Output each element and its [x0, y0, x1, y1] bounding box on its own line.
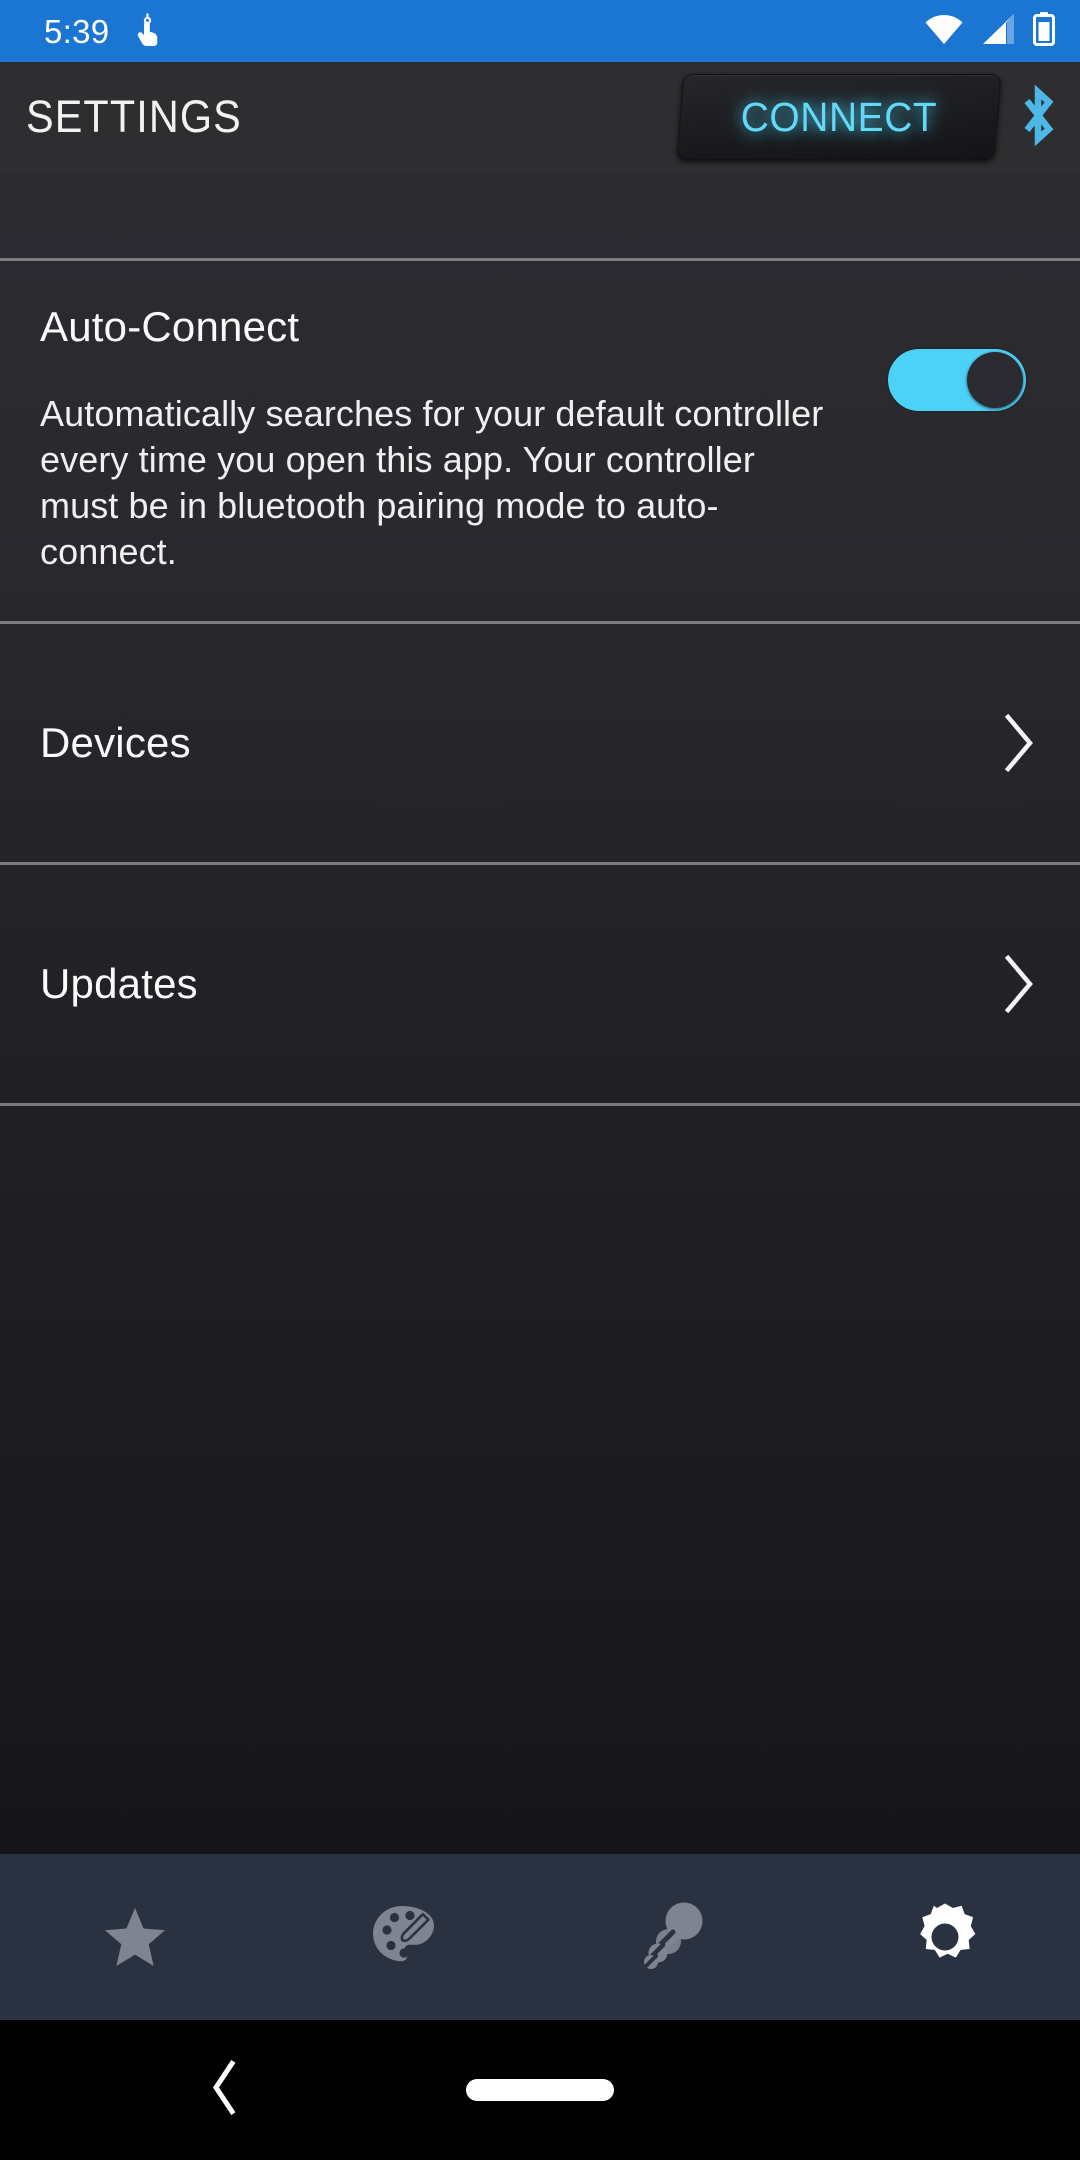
app-bar: SETTINGS CONNECT: [0, 62, 1080, 172]
settings-content: Auto-Connect Automatically searches for …: [0, 172, 1080, 1854]
status-bar-left: 5:39: [44, 12, 165, 51]
settings-row-updates[interactable]: Updates: [0, 865, 1080, 1103]
app-bar-actions: CONNECT: [676, 74, 1080, 160]
star-icon: [104, 1907, 166, 1967]
gear-icon: [910, 1902, 980, 1972]
settings-row-devices[interactable]: Devices: [0, 624, 1080, 862]
bottom-tab-bar: [0, 1854, 1080, 2020]
status-bar: 5:39: [0, 0, 1080, 62]
status-bar-right: [924, 11, 1056, 51]
bluetooth-icon[interactable]: [1012, 80, 1064, 154]
auto-connect-text: Auto-Connect Automatically searches for …: [40, 303, 888, 575]
system-navigation-bar: [0, 2020, 1080, 2160]
settings-row-label: Devices: [40, 719, 191, 766]
toggle-knob: [967, 352, 1023, 408]
tab-rumble[interactable]: [540, 1854, 810, 2020]
connect-button-label: CONNECT: [740, 93, 938, 140]
setting-auto-connect: Auto-Connect Automatically searches for …: [0, 261, 1080, 621]
top-spacer: [0, 172, 1080, 258]
paint-palette-icon: [370, 1903, 440, 1971]
back-chevron-icon[interactable]: [210, 2060, 240, 2121]
chevron-right-icon: [1002, 713, 1036, 773]
cellular-signal-icon: [980, 13, 1016, 50]
status-bar-clock: 5:39: [44, 12, 110, 50]
divider: [0, 1103, 1080, 1106]
page-title: SETTINGS: [26, 91, 242, 142]
wifi-icon: [924, 13, 964, 50]
connect-button[interactable]: CONNECT: [676, 74, 1002, 160]
tab-favorites[interactable]: [0, 1854, 270, 2020]
rumble-vibration-icon: [643, 1898, 707, 1976]
touch-pointer-icon: [135, 12, 165, 51]
auto-connect-title: Auto-Connect: [40, 303, 300, 350]
auto-connect-toggle[interactable]: [888, 349, 1026, 411]
settings-row-label: Updates: [40, 960, 198, 1007]
battery-icon: [1032, 11, 1056, 51]
phone-screen: 5:39 SETTINGS CONNECT Auto-Connect Autom…: [0, 0, 1080, 2160]
tab-themes[interactable]: [270, 1854, 540, 2020]
tab-settings[interactable]: [810, 1854, 1080, 2020]
chevron-right-icon: [1002, 954, 1036, 1014]
home-pill-indicator[interactable]: [466, 2079, 614, 2101]
auto-connect-description: Automatically searches for your default …: [40, 393, 824, 572]
